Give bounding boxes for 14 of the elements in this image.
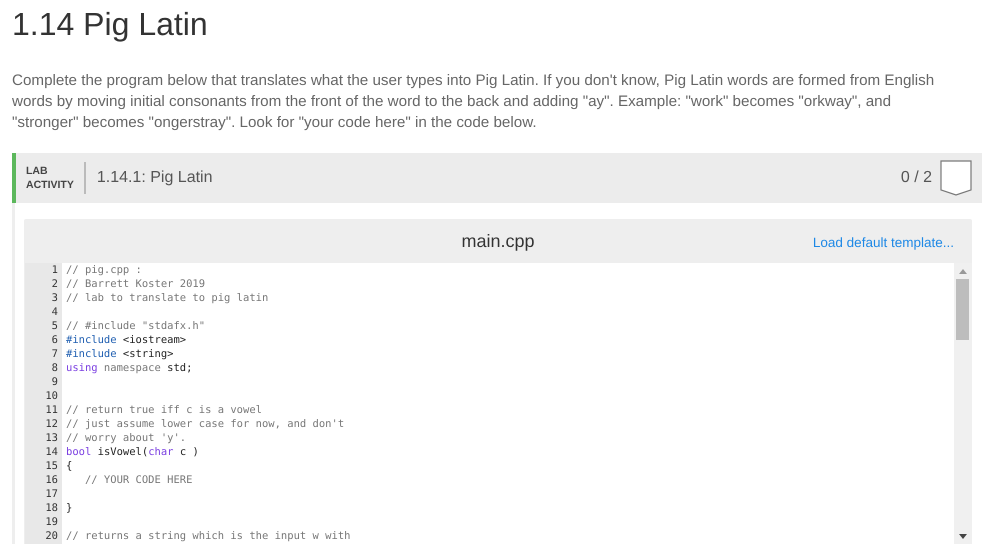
- instructions-paragraph: Complete the program below that translates what the user types into Pig Latin. If you don't know, Pig Latin words are formed from English words by moving initial consonants from the front of the word to the back and adding "ay". Example: "work" becomes "orkway", and "stronger" becomes "ongerstray". Look for "your code here" in the code below.: [12, 71, 936, 133]
- activity-label: ACTIVITY: [26, 178, 74, 192]
- scroll-down-icon[interactable]: [959, 534, 967, 539]
- line-number-gutter: 1 2 3 4 5 6 7 8 9 10 11 12 13 14 15 16 17 18 19 20: [25, 263, 62, 544]
- activity-title: 1.14.1: Pig Latin: [96, 169, 214, 187]
- completion-badge-icon: [940, 160, 972, 196]
- scrollbar[interactable]: [954, 263, 972, 544]
- code-editor[interactable]: // pig.cpp : // Barrett Koster 2019 // lab to translate to pig latin // #include "stdafx.h" #include <iostream> #include <string> using namespace std; // return true iff c is a vowel // just assume lower case for now, and don't // worry about 'y'. bool isVowel(char c ) { // YOUR CODE HERE } // returns a string which is the input w with: [62, 263, 954, 544]
- scroll-thumb[interactable]: [956, 279, 969, 340]
- lab-label: LAB: [26, 164, 49, 178]
- score-text: 0 / 2: [900, 169, 932, 187]
- page-title: 1.14 Pig Latin: [11, 5, 209, 44]
- file-name: main.cpp: [461, 230, 535, 252]
- scroll-up-icon[interactable]: [959, 269, 967, 274]
